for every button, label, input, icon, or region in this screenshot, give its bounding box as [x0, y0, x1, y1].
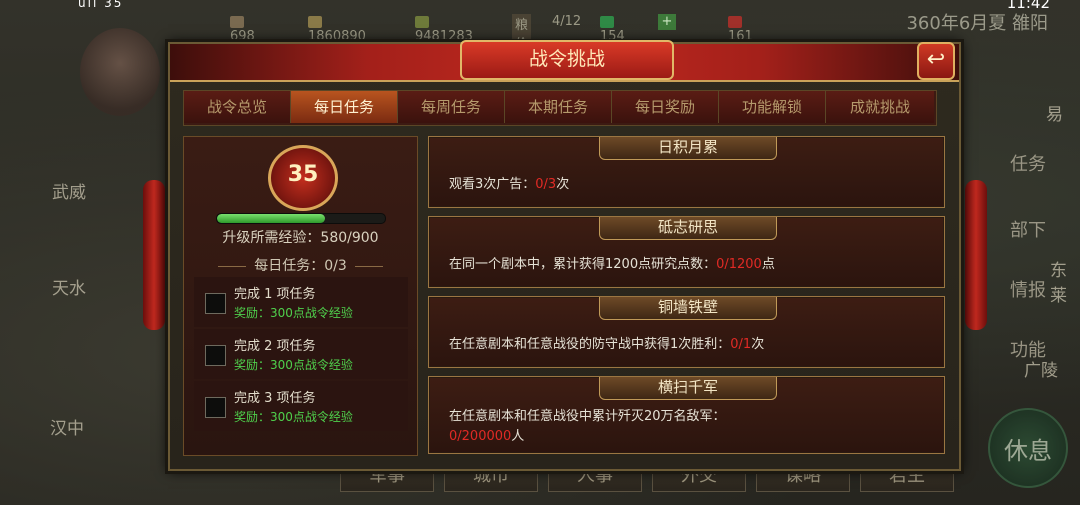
- milestone-title: 完成 3 项任务: [234, 391, 316, 406]
- task-list[interactable]: 日积月累 观看3次广告：0/3次 砥志研思 在同一个剧本中，累计获得1200点研…: [428, 136, 945, 454]
- money-resource: 1860890: [308, 14, 366, 44]
- task-title: 日积月累: [599, 137, 777, 160]
- task-card: 砥志研思 在同一个剧本中，累计获得1200点研究点数：0/1200点: [428, 216, 945, 288]
- population-icon: [230, 15, 244, 28]
- back-icon[interactable]: ↩: [917, 42, 955, 80]
- ruler-avatar[interactable]: [80, 28, 160, 116]
- dialog-title: 战令挑战: [460, 40, 674, 80]
- task-card: 横扫千军 在任意剧本和任意战役中累计歼灭20万名敌军： 0/200000人: [428, 376, 945, 454]
- exp-progress-fill: [217, 214, 326, 223]
- milestone-title: 完成 2 项任务: [234, 339, 316, 354]
- dialog-title-bar: 战令挑战 ↩: [170, 40, 959, 82]
- milestone-title: 完成 1 项任务: [234, 287, 316, 302]
- task-title: 横扫千军: [599, 377, 777, 400]
- menu-intel[interactable]: 情报: [998, 276, 1058, 302]
- task-title: 铜墙铁壁: [599, 297, 777, 320]
- date-location-label: 360年6月夏 雒阳: [906, 13, 1048, 34]
- exp-label: 升级所需经验：580/900: [222, 230, 379, 246]
- menu-functions[interactable]: 功能: [998, 336, 1058, 362]
- tab-achievements[interactable]: 成就挑战: [826, 91, 934, 123]
- tab-daily-tasks[interactable]: 每日任务: [291, 91, 398, 123]
- tab-feature-unlock[interactable]: 功能解锁: [719, 91, 826, 123]
- task-description: 在任意剧本和任意战役的防守战中获得1次胜利：0/1次: [449, 337, 765, 352]
- ribbon-decoration: [965, 180, 987, 330]
- milestone-reward: 奖励：300点战令经验: [234, 410, 353, 424]
- task-card: 铜墙铁壁 在任意剧本和任意战役的防守战中获得1次胜利：0/1次: [428, 296, 945, 368]
- milestone-checkbox[interactable]: [205, 345, 226, 366]
- map-city-label[interactable]: 武威: [52, 178, 86, 203]
- menu-subordinates[interactable]: 部下: [998, 216, 1058, 242]
- menu-tasks[interactable]: 任务: [998, 150, 1058, 176]
- ribbon-decoration: [143, 180, 165, 330]
- rest-button[interactable]: 休息: [988, 408, 1068, 488]
- gold-ingot-icon: [600, 15, 614, 28]
- add-gold-button[interactable]: +: [658, 14, 676, 30]
- task-description: 在任意剧本和任意战役中累计歼灭20万名敌军： 0/200000人: [449, 409, 726, 444]
- milestone-item: 完成 3 项任务 奖励：300点战令经验: [194, 381, 408, 431]
- milestone-item: 完成 2 项任务 奖励：300点战令经验: [194, 329, 408, 379]
- task-progress: 0/3: [535, 177, 557, 192]
- tab-weekly-tasks[interactable]: 每周任务: [398, 91, 505, 123]
- level-badge: 35: [268, 145, 338, 211]
- tab-bar: 战令总览 每日任务 每周任务 本期任务 每日奖励 功能解锁 成就挑战: [183, 90, 937, 126]
- task-title: 砥志研思: [599, 217, 777, 240]
- population-resource: 698: [230, 14, 255, 44]
- milestone-reward: 奖励：300点战令经验: [234, 358, 353, 372]
- task-description: 在同一个剧本中，累计获得1200点研究点数：0/1200点: [449, 257, 775, 272]
- grain-icon: [415, 15, 429, 28]
- map-city-label[interactable]: 易: [1046, 100, 1063, 125]
- map-city-label[interactable]: 天水: [52, 274, 86, 299]
- task-description: 观看3次广告：0/3次: [449, 177, 570, 192]
- milestone-checkbox[interactable]: [205, 293, 226, 314]
- battle-pass-dialog: 战令挑战 ↩ 战令总览 每日任务 每周任务 本期任务 每日奖励 功能解锁 成就挑…: [168, 40, 961, 471]
- money-icon: [308, 15, 322, 28]
- task-progress: 0/1: [730, 337, 752, 352]
- exp-progress-bar: [216, 213, 386, 224]
- level-panel: 35 升级所需经验：580/900 每日任务：0/3 完成 1 项任务 奖励：3…: [183, 136, 418, 456]
- task-card: 日积月累 观看3次广告：0/3次: [428, 136, 945, 208]
- daily-tasks-counter: 每日任务：0/3: [184, 255, 417, 275]
- task-progress: 0/1200: [716, 257, 762, 272]
- map-city-label[interactable]: 汉中: [50, 414, 84, 439]
- signal-indicators: ull 35: [78, 0, 124, 10]
- tab-overview[interactable]: 战令总览: [184, 91, 291, 123]
- milestone-checkbox[interactable]: [205, 397, 226, 418]
- tab-daily-rewards[interactable]: 每日奖励: [612, 91, 719, 123]
- milestone-reward: 奖励：300点战令经验: [234, 306, 353, 320]
- milestone-item: 完成 1 项任务 奖励：300点战令经验: [194, 277, 408, 327]
- token-resource: 161: [728, 14, 753, 44]
- task-progress: 0/200000: [449, 429, 512, 444]
- food-price-value: 4/12: [552, 14, 582, 29]
- token-icon: [728, 15, 742, 28]
- tab-season-tasks[interactable]: 本期任务: [505, 91, 612, 123]
